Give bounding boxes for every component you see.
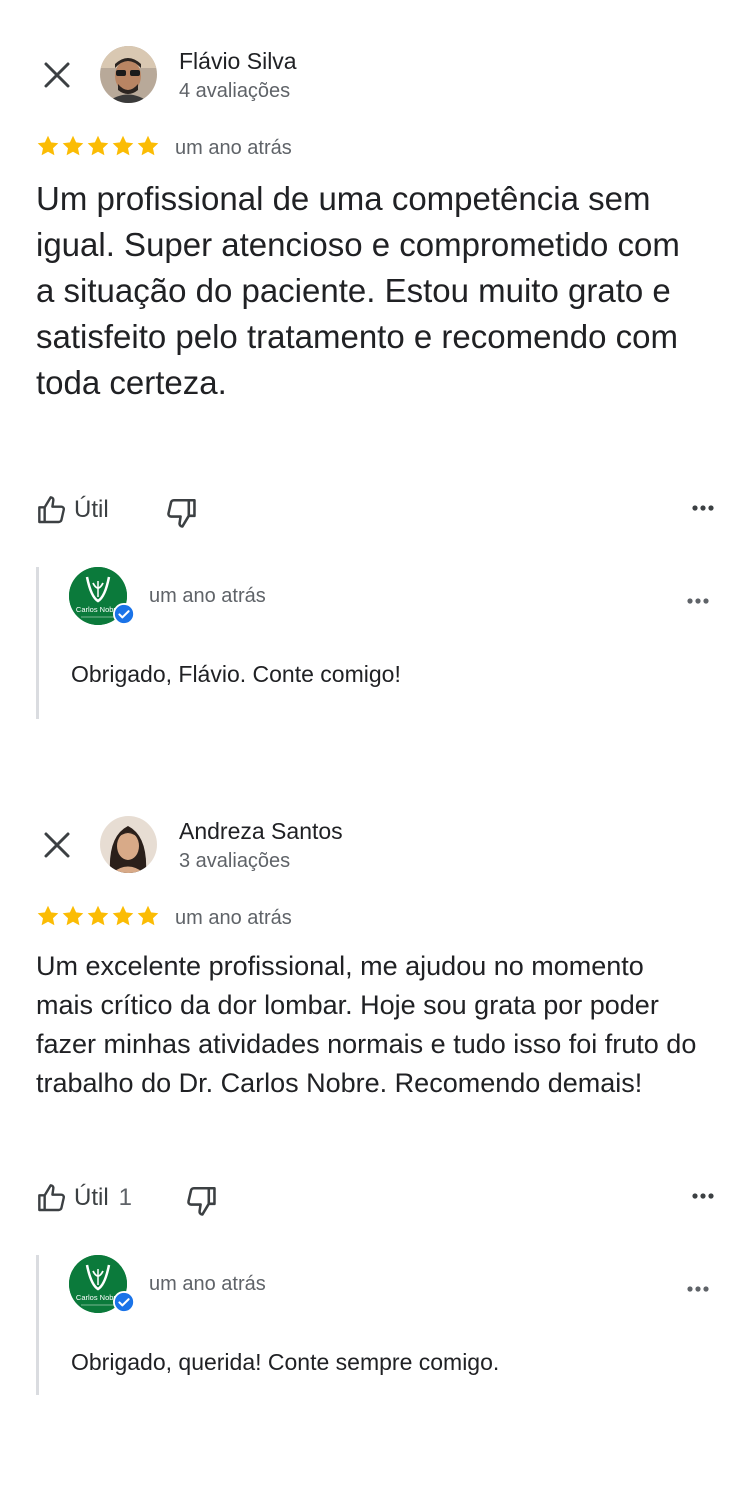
avatar[interactable] (100, 816, 157, 873)
star-icon (87, 135, 109, 156)
more-options-icon[interactable] (683, 591, 713, 611)
thumbs-up-icon (38, 1184, 66, 1212)
author-review-count: 4 avaliações (179, 80, 291, 102)
review-actions: Útil 1 (36, 1178, 714, 1218)
more-options-icon[interactable] (688, 498, 718, 518)
star-icon (37, 135, 59, 156)
more-options-icon[interactable] (688, 1186, 718, 1206)
useful-label: Útil (74, 496, 109, 523)
star-icon (62, 135, 84, 156)
reply-text: Obrigado, Flávio. Conte comigo! (71, 661, 401, 687)
verified-badge-icon (113, 603, 135, 625)
reply-date: um ano atrás (149, 1273, 266, 1295)
close-icon[interactable] (40, 828, 74, 862)
star-icon (112, 905, 134, 926)
review-actions: Útil (36, 490, 714, 530)
author-review-count: 3 avaliações (179, 850, 291, 872)
reply-text: Obrigado, querida! Conte sempre comigo. (71, 1349, 500, 1375)
star-icon (112, 135, 134, 156)
owner-reply: Carlos Nobre um ano atrás Obrigado, Fláv… (36, 567, 729, 719)
review-date: um ano atrás (175, 137, 292, 159)
star-icon (137, 905, 159, 926)
star-icon (62, 905, 84, 926)
useful-button[interactable]: Útil 1 (36, 1180, 132, 1216)
avatar[interactable] (100, 46, 157, 103)
author-name[interactable]: Flávio Silva (179, 48, 297, 75)
reply-date: um ano atrás (149, 585, 266, 607)
review-date: um ano atrás (175, 907, 292, 929)
more-options-icon[interactable] (683, 1279, 713, 1299)
close-icon[interactable] (40, 58, 74, 92)
star-icon (37, 905, 59, 926)
useful-label: Útil (74, 1184, 109, 1211)
thumbs-down-icon[interactable] (184, 1184, 218, 1218)
useful-count: 1 (118, 1184, 133, 1211)
star-icon (137, 135, 159, 156)
useful-button[interactable]: Útil (36, 492, 119, 528)
star-rating (36, 904, 160, 932)
review-text: Um excelente profissional, me ajudou no … (36, 951, 697, 1098)
author-name[interactable]: Andreza Santos (179, 818, 343, 845)
owner-reply: Carlos Nobre um ano atrás Obrigado, quer… (36, 1255, 729, 1395)
thumbs-down-icon[interactable] (164, 496, 198, 530)
review-text: Um profissional de uma competência sem i… (36, 180, 680, 401)
verified-badge-icon (113, 1291, 135, 1313)
star-rating (36, 134, 160, 162)
star-icon (87, 905, 109, 926)
thumbs-up-icon (38, 496, 66, 524)
